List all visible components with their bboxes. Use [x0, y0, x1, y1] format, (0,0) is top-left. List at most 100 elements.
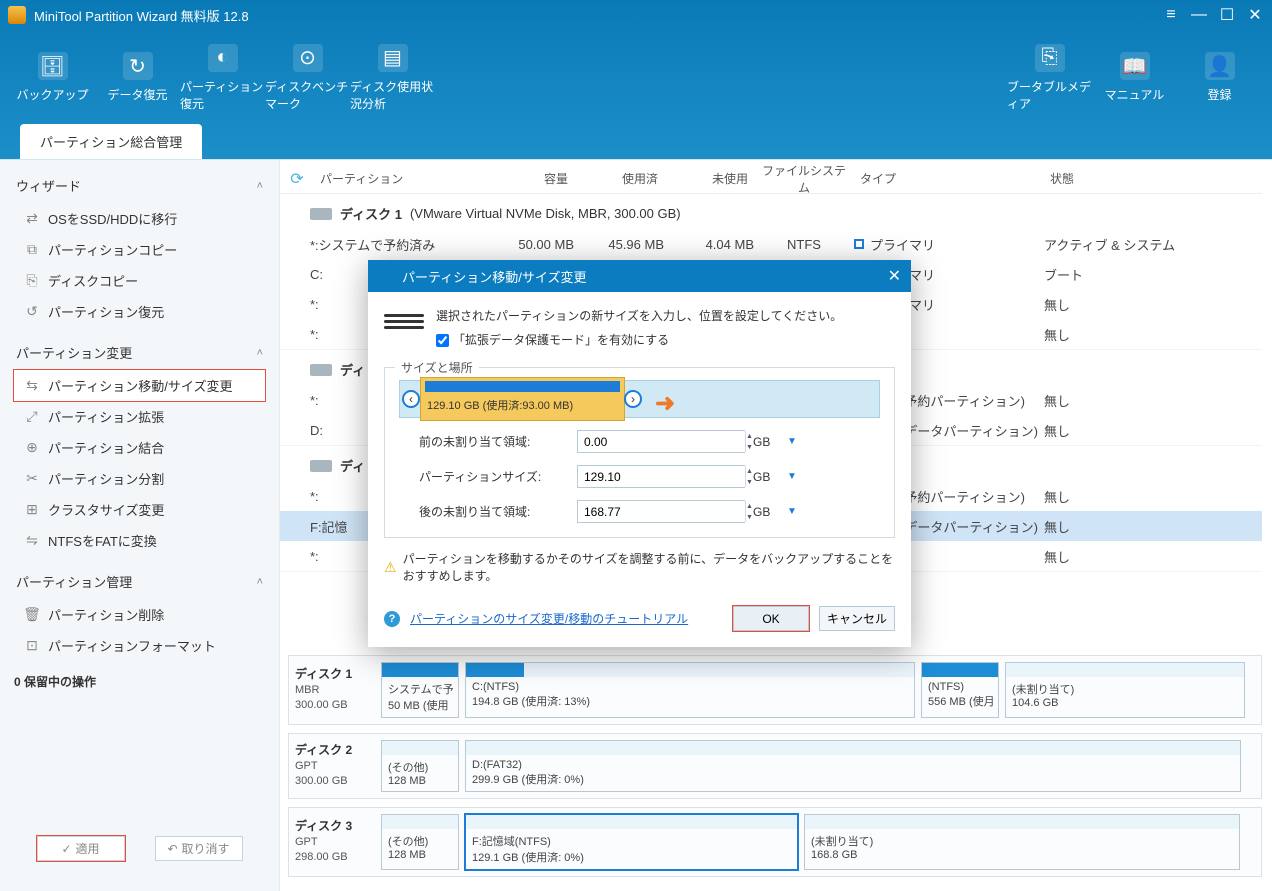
sidebar-section-manage[interactable]: パーティション管理˄: [14, 564, 265, 599]
disk-map-segment[interactable]: システムで予50 MB (使用: [381, 662, 459, 718]
size-input[interactable]: [578, 431, 745, 452]
tab-partition-management[interactable]: パーティション総合管理: [20, 124, 202, 159]
cancel-button[interactable]: キャンセル: [819, 606, 895, 631]
action-icon: ⊕: [24, 440, 40, 456]
col-type[interactable]: タイプ: [854, 170, 1044, 187]
apply-button[interactable]: ✓ 適用: [37, 836, 125, 861]
sidebar-section-wizard[interactable]: ウィザード˄: [14, 168, 265, 203]
disk-map-label: ディスク 2GPT300.00 GB: [295, 740, 375, 792]
usb-icon: ⎘: [1035, 44, 1065, 72]
sidebar-item[interactable]: ⊞クラスタサイズ変更: [14, 494, 265, 525]
tool-backup[interactable]: 🗄バックアップ: [10, 52, 95, 103]
spin-up-icon[interactable]: ▲: [746, 501, 753, 512]
sidebar: ウィザード˄ ⇄OSをSSD/HDDに移行⧉パーティションコピー⎘ディスクコピー…: [0, 160, 280, 891]
sidebar-item[interactable]: ⎘ディスクコピー: [14, 265, 265, 296]
app-title: MiniTool Partition Wizard 無料版 12.8: [34, 6, 1152, 25]
hamburger-icon[interactable]: ≡: [1162, 6, 1180, 24]
spin-down-icon[interactable]: ▼: [746, 442, 753, 453]
disk-map-segment[interactable]: (未割り当て)168.8 GB: [804, 814, 1240, 870]
action-icon: ⎘: [24, 273, 40, 289]
sidebar-item[interactable]: ↺ パーティション復元: [14, 296, 265, 327]
number-spinner[interactable]: ▲▼: [577, 430, 745, 453]
size-slider-track[interactable]: ‹ 129.10 GB (使用済:93.00 MB) › ➜: [399, 380, 880, 418]
sidebar-item-label: パーティションコピー: [48, 240, 177, 259]
close-icon[interactable]: ✕: [1246, 6, 1264, 24]
dialog-close-icon[interactable]: ✕: [888, 266, 901, 286]
tool-manual[interactable]: 📖マニュアル: [1092, 52, 1177, 103]
disk-map-segment[interactable]: C:(NTFS)194.8 GB (使用済: 13%): [465, 662, 915, 718]
minimize-icon[interactable]: —: [1190, 6, 1208, 24]
sidebar-item[interactable]: ⇋NTFSをFATに変換: [14, 525, 265, 556]
disk-map-segment[interactable]: (NTFS)556 MB (使月: [921, 662, 999, 718]
disk-map-segment[interactable]: (未割り当て)104.6 GB: [1005, 662, 1245, 718]
backup-icon: 🗄: [38, 52, 68, 80]
size-input[interactable]: [578, 466, 745, 487]
resize-dialog: パーティション移動/サイズ変更 ✕ 選択されたパーティションの新サイズを入力し、…: [368, 260, 911, 647]
col-filesystem[interactable]: ファイルシステム: [754, 162, 854, 196]
tool-benchmark[interactable]: ⊙ディスクベンチマーク: [265, 44, 350, 112]
tool-partition-recovery[interactable]: ◐パーティション復元: [180, 44, 265, 112]
spin-down-icon[interactable]: ▼: [746, 512, 753, 523]
disk-map-row: ディスク 3GPT298.00 GB(その他)128 MBF:記憶域(NTFS)…: [288, 807, 1262, 877]
col-capacity[interactable]: 容量: [474, 170, 574, 187]
tab-strip: パーティション総合管理: [0, 125, 1272, 159]
tutorial-link[interactable]: パーティションのサイズ変更/移動のチュートリアル: [410, 610, 688, 627]
partition-row[interactable]: *:システムで予約済み50.00 MB45.96 MB4.04 MBNTFSプラ…: [280, 229, 1262, 259]
disk-map-segment[interactable]: (その他)128 MB: [381, 740, 459, 792]
unit-dropdown-icon[interactable]: ▼: [787, 436, 797, 447]
slider-handle-right[interactable]: ›: [624, 390, 642, 408]
extended-protection-checkbox[interactable]: 「拡張データ保護モード」を有効にする: [436, 330, 669, 350]
action-icon: ↺: [24, 304, 40, 320]
sidebar-item-label: NTFSをFATに変換: [48, 531, 157, 550]
sidebar-item[interactable]: ⧉パーティションコピー: [14, 234, 265, 265]
disk-header[interactable]: ディスク 1(VMware Virtual NVMe Disk, MBR, 30…: [280, 194, 1262, 229]
sidebar-item[interactable]: ⤢パーティション拡張: [14, 401, 265, 432]
spin-down-icon[interactable]: ▼: [746, 477, 753, 488]
chevron-up-icon: ˄: [257, 576, 263, 588]
tool-data-recovery[interactable]: ↻データ復元: [95, 52, 180, 103]
number-spinner[interactable]: ▲▼: [577, 500, 745, 523]
warning-icon: ⚠: [384, 559, 397, 576]
unit-dropdown-icon[interactable]: ▼: [787, 506, 797, 517]
main-toolbar: 🗄バックアップ ↻データ復元 ◐パーティション復元 ⊙ディスクベンチマーク ▤デ…: [0, 30, 1272, 125]
ok-button[interactable]: OK: [733, 606, 809, 631]
size-input-row: パーティションサイズ:▲▼GB▼: [399, 465, 880, 488]
field-label: パーティションサイズ:: [399, 468, 569, 485]
disk-map-segment[interactable]: D:(FAT32)299.9 GB (使用済: 0%): [465, 740, 1241, 792]
sidebar-item[interactable]: 🗑パーティション削除: [14, 599, 265, 630]
action-icon: ⊡: [24, 638, 40, 654]
col-partition[interactable]: パーティション: [314, 170, 474, 187]
sidebar-item[interactable]: ⊕パーティション結合: [14, 432, 265, 463]
sidebar-item-label: パーティション復元: [48, 302, 164, 321]
spin-up-icon[interactable]: ▲: [746, 466, 753, 477]
maximize-icon[interactable]: ☐: [1218, 6, 1236, 24]
disk-map-segment[interactable]: (その他)128 MB: [381, 814, 459, 870]
tool-bootable[interactable]: ⎘ブータブルメディア: [1007, 44, 1092, 112]
tool-register[interactable]: 👤登録: [1177, 52, 1262, 103]
sidebar-item[interactable]: ⇆パーティション移動/サイズ変更: [14, 370, 265, 401]
sidebar-item[interactable]: ⊡ パーティションフォーマット: [14, 630, 265, 661]
spin-up-icon[interactable]: ▲: [746, 431, 753, 442]
sidebar-item[interactable]: ✂パーティション分割: [14, 463, 265, 494]
sidebar-item[interactable]: ⇄OSをSSD/HDDに移行: [14, 203, 265, 234]
col-free[interactable]: 未使用: [664, 170, 754, 187]
refresh-icon[interactable]: ⟳: [280, 169, 314, 189]
sidebar-item-label: パーティションフォーマット: [48, 636, 216, 655]
col-status[interactable]: 状態: [1044, 170, 1262, 187]
undo-button[interactable]: ↶ 取り消す: [155, 836, 243, 861]
disk-map-row: ディスク 1MBR300.00 GBシステムで予50 MB (使用C:(NTFS…: [288, 655, 1262, 725]
help-icon[interactable]: ?: [384, 611, 400, 627]
warning-message: ⚠パーティションを移動するかそのサイズを調整する前に、データをバックアップするこ…: [384, 550, 895, 584]
action-icon: ✂: [24, 471, 40, 487]
dialog-logo-icon: [378, 268, 394, 284]
col-used[interactable]: 使用済: [574, 170, 664, 187]
sidebar-section-change[interactable]: パーティション変更˄: [14, 335, 265, 370]
tool-space-analyzer[interactable]: ▤ディスク使用状況分析: [350, 44, 435, 112]
chevron-up-icon: ˄: [257, 347, 263, 359]
unit-dropdown-icon[interactable]: ▼: [787, 471, 797, 482]
slider-handle-left[interactable]: ‹: [402, 390, 420, 408]
number-spinner[interactable]: ▲▼: [577, 465, 745, 488]
space-analyzer-icon: ▤: [378, 44, 408, 72]
disk-map-segment[interactable]: F:記憶域(NTFS)129.1 GB (使用済: 0%): [465, 814, 798, 870]
size-input[interactable]: [578, 501, 745, 522]
